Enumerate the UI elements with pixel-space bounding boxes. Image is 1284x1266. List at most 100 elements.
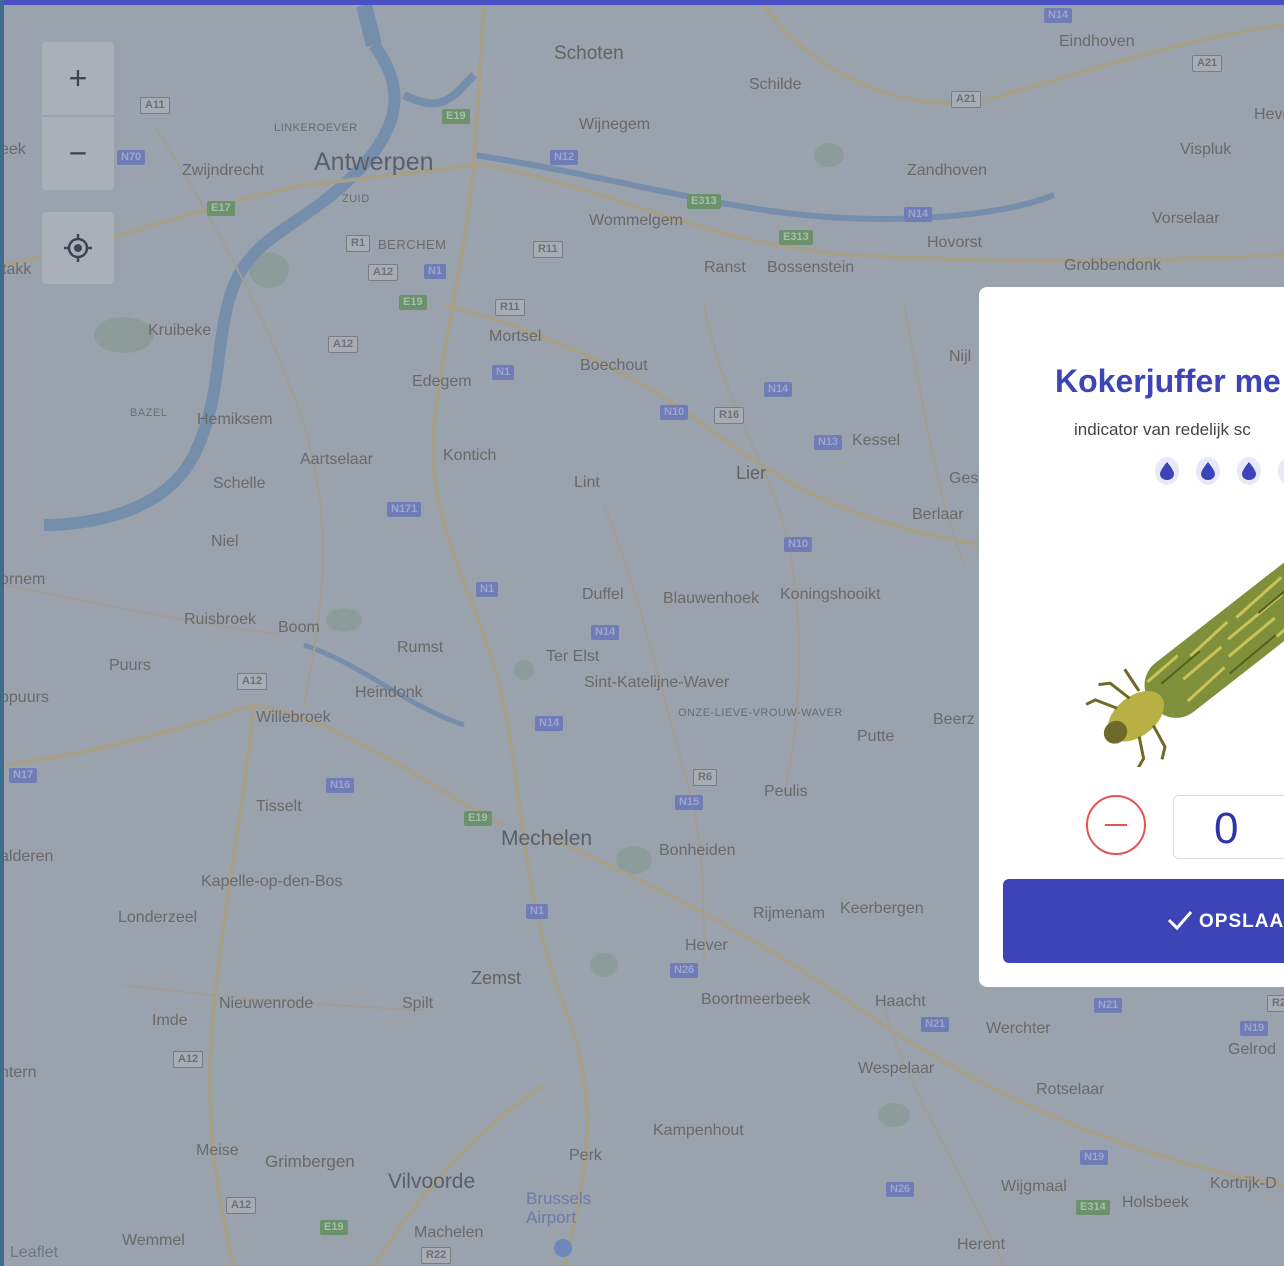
road-shield: N1 (424, 264, 447, 279)
water-drop-icon (1196, 457, 1220, 485)
place-label: Gelrod (1228, 1041, 1277, 1058)
road-shield: A12 (237, 673, 268, 690)
road-shield: R16 (714, 407, 745, 424)
zoom-in-button[interactable]: + (42, 42, 114, 114)
place-label: Ruisbroek (184, 611, 257, 628)
place-label: Haacht (875, 993, 926, 1010)
airport-marker[interactable] (554, 1239, 572, 1257)
species-subtitle: indicator van redelijk sc (1074, 420, 1251, 439)
crosshair-icon (64, 234, 92, 262)
place-label: Mortsel (489, 328, 542, 345)
place-label: Lint (574, 474, 600, 491)
road-shield: N1 (492, 365, 515, 380)
road-shield: N19 (1240, 1021, 1269, 1036)
place-label: Zandhoven (907, 162, 988, 179)
road-shield: R22 (421, 1247, 452, 1264)
left-edge-strip (0, 0, 4, 1266)
place-label-partial: Ges (949, 470, 979, 487)
place-label: Puurs (109, 657, 151, 674)
place-label: Schelle (213, 475, 266, 492)
district-label: LINKEROEVER (274, 122, 358, 134)
road-shield: A12 (173, 1051, 204, 1068)
place-label: Vilvoorde (388, 1170, 476, 1193)
road-shield: R2 (1267, 995, 1284, 1012)
place-label: Eindhoven (1059, 33, 1135, 50)
district-label: ONZE-LIEVE-VROUW-WAVER (678, 707, 843, 719)
road-shield: N14 (1044, 8, 1073, 23)
road-shield: R6 (693, 769, 718, 786)
save-button[interactable]: OPSLAA (1003, 879, 1284, 963)
place-label: Londerzeel (118, 909, 198, 926)
road-shield: N10 (660, 405, 689, 420)
road-shield: A12 (328, 336, 359, 353)
leaflet-attribution-link[interactable]: Leaflet (10, 1244, 58, 1262)
road-shield: E313 (687, 194, 721, 209)
place-label: Edegem (412, 373, 472, 390)
place-label: Zemst (471, 968, 522, 988)
zoom-out-button[interactable]: − (42, 117, 114, 189)
airport-label: Brussels Airport (526, 1189, 592, 1227)
road-shield: N14 (535, 716, 564, 731)
place-label: Wemmel (122, 1232, 185, 1249)
place-label: Sint-Katelijne-Waver (584, 674, 730, 691)
place-label: Grobbendonk (1064, 257, 1161, 274)
water-quality-rating (1155, 457, 1284, 485)
locate-button[interactable] (42, 212, 114, 284)
road-shield: N17 (9, 768, 38, 783)
checkmark-icon (1167, 911, 1193, 931)
road-shield: A12 (226, 1197, 257, 1214)
road-shield: N26 (886, 1182, 915, 1197)
place-label-partial: ornem (4, 571, 46, 588)
road-shield: E19 (442, 109, 470, 124)
place-label-partial: htern (4, 1064, 37, 1081)
place-label: Boom (278, 619, 320, 636)
place-label: Bossenstein (767, 259, 855, 276)
top-accent-bar (0, 0, 1284, 5)
place-label: Hever (685, 937, 728, 954)
decrement-button[interactable] (1086, 795, 1146, 855)
place-label: Lier (736, 463, 767, 483)
place-label: Kortrijk-D (1210, 1175, 1277, 1192)
road-shield: N19 (1080, 1150, 1109, 1165)
place-label: Boortmeerbeek (701, 991, 811, 1008)
place-label: Antwerpen (314, 148, 434, 176)
place-label: Vispluk (1180, 141, 1232, 158)
road-shield: E313 (779, 230, 813, 245)
place-label: Kontich (443, 447, 497, 464)
count-input[interactable]: 0 (1173, 795, 1284, 859)
road-shield: E314 (1076, 1200, 1110, 1215)
place-label: Hovorst (927, 234, 983, 251)
place-label-partial: Beerz (933, 711, 975, 728)
road-shield: N15 (675, 795, 704, 810)
place-label: Tisselt (256, 798, 302, 815)
road-shield: N1 (476, 582, 499, 597)
road-shield: N14 (904, 207, 933, 222)
place-label: Heverlee (1254, 106, 1284, 123)
place-label: Zwijndrecht (182, 162, 264, 179)
road-shield: N14 (591, 625, 620, 640)
place-label: Aartselaar (300, 451, 373, 468)
place-label: Boechout (580, 357, 648, 374)
water-drop-icon (1237, 457, 1261, 485)
count-value: 0 (1214, 804, 1239, 853)
place-label: Hemiksem (197, 411, 273, 428)
place-label: Ter Elst (546, 648, 600, 665)
place-label: Wommelgem (589, 212, 683, 229)
place-label: Berlaar (912, 506, 964, 523)
district-label: BAZEL (130, 407, 168, 419)
water-drop-icon (1155, 457, 1179, 485)
road-shield: N70 (117, 150, 146, 165)
place-label: Rumst (397, 639, 444, 656)
road-shield: N171 (387, 502, 422, 517)
road-shield: N21 (1094, 998, 1123, 1013)
place-label-partial: alderen (4, 848, 54, 865)
place-label: Herent (957, 1236, 1006, 1253)
place-label: Werchter (986, 1020, 1051, 1037)
place-label: Wespelaar (858, 1060, 935, 1077)
place-label-partial: Nijl (949, 348, 972, 365)
road-shield: N13 (814, 435, 843, 450)
place-label: Perk (569, 1147, 602, 1164)
place-label: Kruibeke (148, 322, 212, 339)
place-label: Koningshooikt (780, 586, 881, 603)
place-label: Kapelle-op-den-Bos (201, 873, 343, 890)
